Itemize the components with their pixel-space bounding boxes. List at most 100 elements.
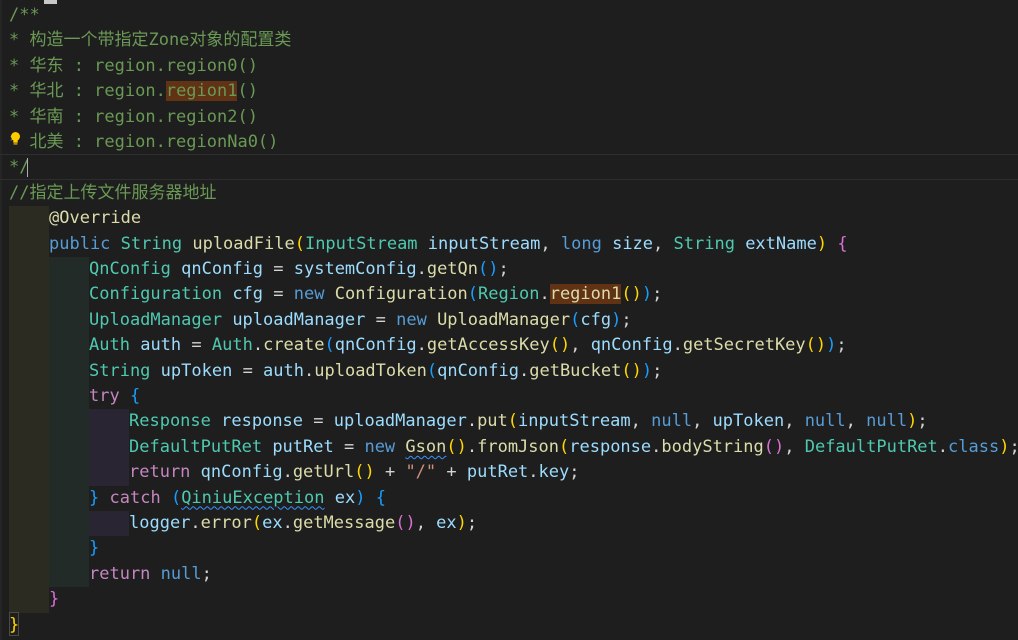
code-token: () — [478, 259, 499, 279]
code-line[interactable]: //指定上传文件服务器地址 — [9, 181, 216, 206]
code-line[interactable]: * 华南 : region.region2() — [9, 105, 258, 130]
code-token: . — [672, 335, 683, 356]
code-token: extName — [745, 233, 817, 254]
code-line[interactable]: @Override — [49, 206, 141, 231]
code-token: qnConfig — [437, 360, 519, 381]
code-token: ) — [611, 309, 622, 330]
code-token: response — [221, 411, 304, 432]
code-line[interactable]: * 构造一个带指定Zone对象的配置类 — [9, 28, 291, 53]
code-line[interactable]: * 华东 : region.region0() — [9, 54, 258, 79]
code-token: ) — [456, 513, 467, 533]
code-token: try — [89, 386, 120, 406]
code-token: , — [653, 233, 674, 254]
code-token: response — [569, 436, 652, 457]
code-line[interactable]: } — [49, 587, 59, 612]
code-token: () — [395, 513, 416, 533]
code-token: InputStream — [304, 233, 418, 254]
code-line[interactable]: public String uploadFile(InputStream inp… — [49, 232, 848, 257]
code-token: () — [237, 81, 258, 102]
code-token: String — [120, 233, 183, 254]
code-token: * 北美 : region.regionNa0() — [9, 132, 279, 152]
code-token: Configuration — [89, 284, 223, 305]
warning-token: Gson — [405, 436, 447, 457]
code-token: ) — [641, 360, 653, 381]
code-token: , — [540, 233, 561, 254]
current-line-highlight — [0, 154, 1018, 180]
code-token: = — [263, 284, 294, 305]
code-token: upToken — [712, 411, 785, 432]
code-token: ; — [652, 360, 663, 381]
code-token: ; — [621, 309, 632, 330]
code-token: ) — [641, 284, 653, 305]
code-token: ; — [201, 563, 212, 584]
code-line[interactable]: * 北美 : region.regionNa0() — [9, 130, 278, 155]
indent-guide — [9, 561, 49, 588]
code-line[interactable]: try { — [89, 384, 140, 409]
code-editor[interactable]: /** * 构造一个带指定Zone对象的配置类 * 华东 : region.regi… — [0, 0, 1018, 640]
code-line[interactable]: Configuration cfg = new Configuration(Re… — [89, 282, 662, 307]
indent-guide — [49, 434, 89, 461]
indent-guide — [9, 536, 49, 562]
code-token: null — [866, 411, 908, 432]
code-line[interactable]: Auth auth = Auth.create(qnConfig.getAcce… — [89, 333, 847, 358]
code-token: . — [190, 513, 201, 533]
code-token: null — [160, 563, 202, 584]
code-line[interactable]: return null; — [89, 562, 212, 587]
indent-guide — [49, 307, 89, 334]
code-token: auth — [263, 360, 304, 381]
code-token: . — [304, 360, 315, 381]
code-line[interactable]: * 华北 : region.region1() — [9, 79, 258, 104]
code-token: ex — [262, 513, 283, 533]
code-token: () — [763, 436, 785, 457]
lightbulb-icon[interactable] — [9, 131, 22, 146]
code-token: return — [129, 462, 191, 483]
code-token: catch — [109, 487, 161, 508]
code-line[interactable]: logger.error(ex.getMessage(), ex); — [129, 511, 477, 536]
code-token: DefaultPutRet — [129, 436, 263, 457]
code-token: uploadToken — [314, 360, 427, 381]
code-line[interactable]: QnConfig qnConfig = systemConfig.getQn()… — [89, 257, 509, 282]
code-line[interactable]: return qnConfig.getUrl() + "/" + putRet.… — [129, 460, 580, 485]
code-token: ; — [1009, 437, 1018, 457]
code-line[interactable]: } — [89, 536, 99, 561]
code-token: ( — [507, 411, 519, 432]
code-token: put — [477, 411, 508, 432]
code-line[interactable]: } catch (QiniuException ex) { — [89, 486, 386, 511]
code-token: * 华东 : region.region0() — [9, 55, 258, 76]
code-token: String — [673, 233, 735, 254]
code-token: fromJson — [477, 436, 559, 457]
code-token: ex — [334, 487, 356, 508]
code-token: qnConfig — [181, 259, 264, 279]
indent-guide — [9, 257, 49, 283]
indent-guide — [89, 434, 129, 461]
code-token: . — [539, 284, 550, 305]
code-token: ) — [826, 335, 837, 356]
code-token: cfg — [580, 309, 612, 330]
indent-guide — [9, 587, 49, 613]
code-line[interactable]: DefaultPutRet putRet = new Gson().fromJs… — [129, 435, 1018, 460]
code-token: } — [49, 589, 60, 610]
indent-guide — [49, 511, 89, 537]
code-token: ) — [816, 233, 828, 254]
code-line[interactable]: UploadManager uploadManager = new Upload… — [89, 308, 632, 333]
code-token: ; — [569, 462, 580, 483]
indent-guide — [89, 460, 129, 486]
code-line[interactable]: String upToken = auth.uploadToken(qnConf… — [89, 359, 662, 384]
code-line[interactable]: Response response = uploadManager.put(in… — [129, 409, 928, 434]
code-token: ; — [498, 259, 509, 279]
code-token: ( — [324, 335, 335, 356]
highlighted-token: region1 — [165, 81, 238, 102]
code-token: UploadManager — [437, 309, 571, 330]
code-token: /** — [9, 5, 40, 25]
code-line[interactable]: /** — [9, 3, 40, 28]
